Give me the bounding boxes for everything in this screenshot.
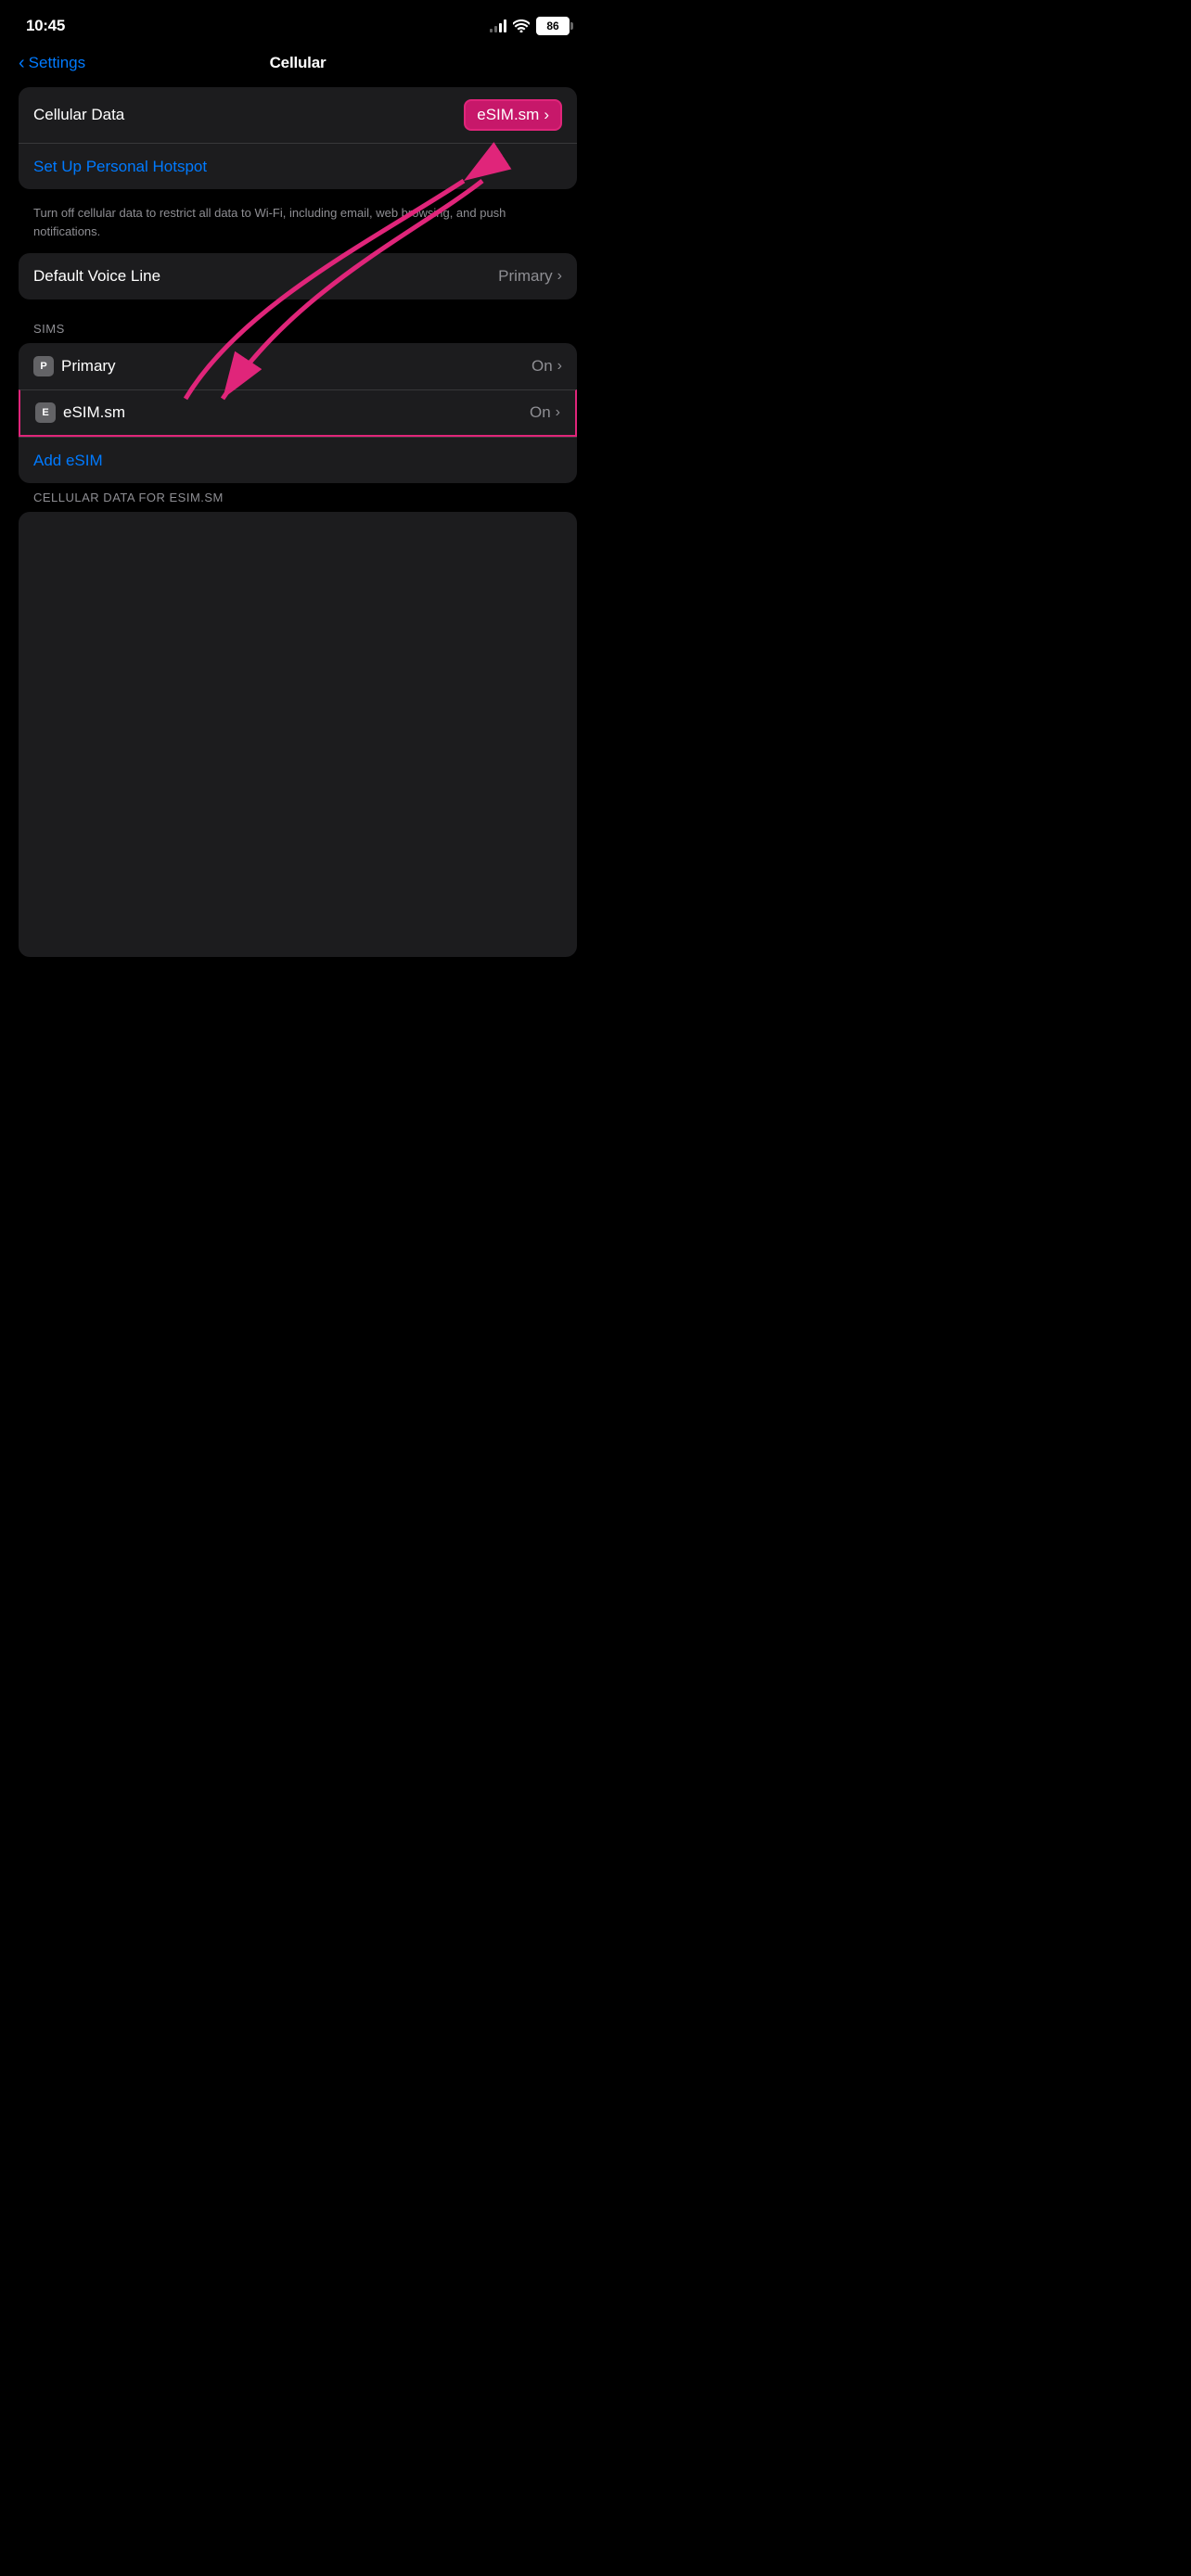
- hotspot-row[interactable]: Set Up Personal Hotspot: [19, 143, 577, 189]
- back-label: Settings: [29, 54, 85, 72]
- status-icons: 86: [490, 17, 570, 35]
- default-voice-label: Default Voice Line: [33, 267, 160, 286]
- chevron-right-icon: ›: [556, 404, 560, 421]
- status-bar: 10:45 86: [0, 0, 596, 46]
- esim-value: On ›: [530, 403, 560, 422]
- status-time: 10:45: [26, 17, 65, 35]
- cellular-data-row[interactable]: Cellular Data eSIM.sm ›: [19, 87, 577, 143]
- chevron-right-icon: ›: [557, 358, 562, 375]
- esim-row[interactable]: E eSIM.sm On ›: [19, 389, 577, 437]
- cellular-data-esim-section: CELLULAR DATA FOR ESIM.SM: [19, 491, 577, 957]
- sims-card: P Primary On › E eSIM.sm On ›: [19, 343, 577, 483]
- add-esim-label: Add eSIM: [33, 452, 103, 470]
- default-voice-card: Default Voice Line Primary ›: [19, 253, 577, 300]
- cellular-data-label: Cellular Data: [33, 106, 124, 124]
- battery-icon: 86: [536, 17, 570, 35]
- default-voice-value: Primary ›: [498, 267, 562, 286]
- default-voice-row[interactable]: Default Voice Line Primary ›: [19, 253, 577, 300]
- esim-badge: E: [35, 402, 56, 423]
- primary-sim-row[interactable]: P Primary On ›: [19, 343, 577, 389]
- chevron-right-icon: ›: [544, 106, 549, 124]
- navigation-bar: ‹ Settings Cellular: [0, 46, 596, 87]
- wifi-icon: [513, 19, 530, 32]
- cellular-data-esim-card: [19, 512, 577, 957]
- cellular-data-card: Cellular Data eSIM.sm › Set Up Personal …: [19, 87, 577, 189]
- signal-bars-icon: [490, 19, 506, 32]
- esim-label: E eSIM.sm: [35, 402, 125, 423]
- cellular-helper-text: Turn off cellular data to restrict all d…: [19, 197, 577, 253]
- primary-sim-label: P Primary: [33, 356, 116, 376]
- back-chevron-icon: ‹: [19, 54, 25, 72]
- add-esim-row[interactable]: Add eSIM: [19, 437, 577, 483]
- cellular-data-esim-label: CELLULAR DATA FOR ESIM.SM: [19, 491, 577, 512]
- primary-sim-badge: P: [33, 356, 54, 376]
- page-title: Cellular: [270, 54, 327, 72]
- back-button[interactable]: ‹ Settings: [19, 54, 85, 72]
- main-content: Cellular Data eSIM.sm › Set Up Personal …: [0, 87, 596, 957]
- chevron-right-icon: ›: [557, 268, 562, 285]
- hotspot-label: Set Up Personal Hotspot: [33, 158, 207, 176]
- primary-sim-value: On ›: [531, 357, 562, 376]
- sims-section-label: SIMs: [19, 307, 577, 343]
- cellular-data-value[interactable]: eSIM.sm ›: [464, 99, 562, 131]
